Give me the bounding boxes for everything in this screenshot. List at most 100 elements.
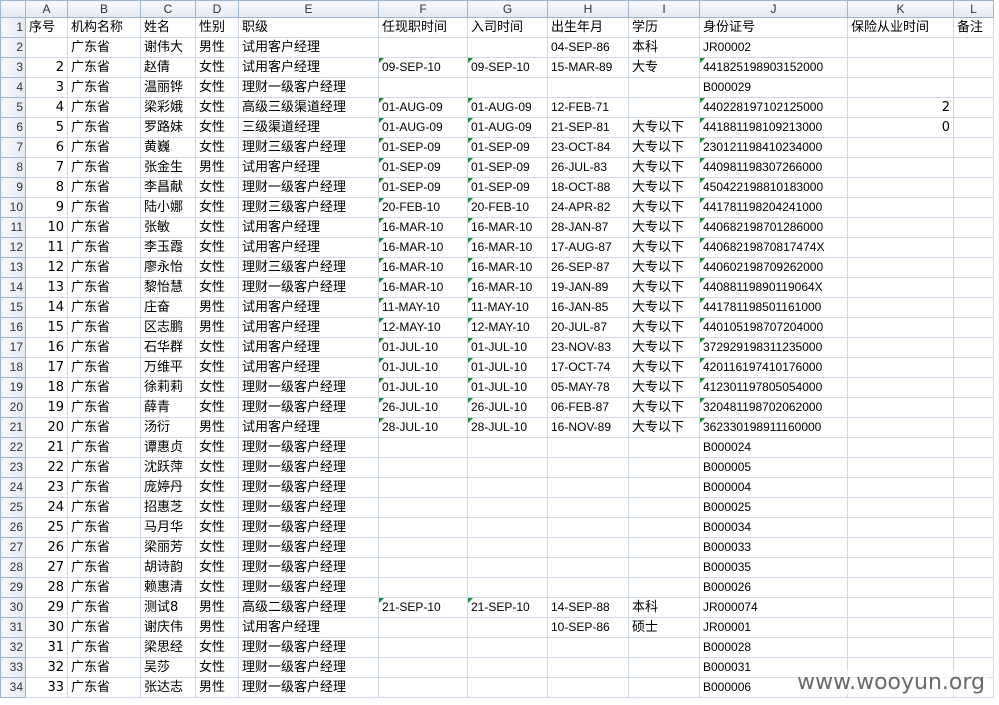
row-header[interactable]: 28: [0, 557, 26, 578]
cell[interactable]: [847, 177, 954, 198]
cell[interactable]: 01-SEP-09: [378, 137, 468, 158]
cell[interactable]: 男性: [195, 417, 239, 438]
cell[interactable]: [847, 237, 954, 258]
cell[interactable]: 试用客户经理: [238, 37, 379, 58]
cell[interactable]: 26-JUL-10: [378, 397, 468, 418]
column-title-cell[interactable]: 序号: [25, 17, 68, 38]
cell[interactable]: [628, 497, 700, 518]
cell[interactable]: 梁思经: [140, 637, 196, 658]
column-header[interactable]: C: [140, 0, 196, 18]
cell[interactable]: [628, 537, 700, 558]
column-title-cell[interactable]: 职级: [238, 17, 379, 38]
cell[interactable]: 广东省: [67, 197, 141, 218]
cell[interactable]: [953, 457, 994, 478]
column-title-cell[interactable]: 任现职时间: [378, 17, 468, 38]
cell[interactable]: [378, 37, 468, 58]
cell[interactable]: [628, 517, 700, 538]
cell[interactable]: JR00001: [699, 617, 848, 638]
cell[interactable]: [847, 617, 954, 638]
cell[interactable]: 33: [25, 677, 68, 698]
cell[interactable]: 广东省: [67, 117, 141, 138]
row-header[interactable]: 11: [0, 217, 26, 238]
cell[interactable]: 441825198903152000: [699, 57, 848, 78]
cell[interactable]: 广东省: [67, 597, 141, 618]
cell[interactable]: 17-AUG-87: [547, 237, 629, 258]
cell[interactable]: [847, 557, 954, 578]
row-header[interactable]: 12: [0, 237, 26, 258]
cell[interactable]: [628, 637, 700, 658]
cell[interactable]: [547, 637, 629, 658]
cell[interactable]: 7: [25, 157, 68, 178]
cell[interactable]: 2: [25, 57, 68, 78]
cell[interactable]: [953, 117, 994, 138]
cell[interactable]: [628, 657, 700, 678]
cell[interactable]: 理财一级客户经理: [238, 497, 379, 518]
cell[interactable]: 试用客户经理: [238, 417, 379, 438]
cell[interactable]: 大专以下: [628, 177, 700, 198]
cell[interactable]: 广东省: [67, 217, 141, 238]
cell[interactable]: 大专以下: [628, 297, 700, 318]
cell[interactable]: 理财一级客户经理: [238, 537, 379, 558]
cell[interactable]: [467, 657, 548, 678]
cell[interactable]: 25: [25, 517, 68, 538]
cell[interactable]: 赖惠清: [140, 577, 196, 598]
cell[interactable]: 男性: [195, 157, 239, 178]
cell[interactable]: [953, 557, 994, 578]
cell[interactable]: 本科: [628, 597, 700, 618]
row-header[interactable]: 18: [0, 357, 26, 378]
cell[interactable]: 24: [25, 497, 68, 518]
cell[interactable]: 23-NOV-83: [547, 337, 629, 358]
cell[interactable]: 广东省: [67, 77, 141, 98]
cell[interactable]: 马月华: [140, 517, 196, 538]
cell[interactable]: 女性: [195, 337, 239, 358]
cell[interactable]: 大专以下: [628, 237, 700, 258]
cell[interactable]: [847, 377, 954, 398]
cell[interactable]: [378, 477, 468, 498]
cell[interactable]: [847, 577, 954, 598]
cell[interactable]: 24-APR-82: [547, 197, 629, 218]
cell[interactable]: 16-NOV-89: [547, 417, 629, 438]
cell[interactable]: 万维平: [140, 357, 196, 378]
cell[interactable]: 试用客户经理: [238, 337, 379, 358]
cell[interactable]: 01-AUG-09: [467, 117, 548, 138]
cell[interactable]: 11-MAY-10: [467, 297, 548, 318]
cell[interactable]: 大专以下: [628, 357, 700, 378]
cell[interactable]: [467, 677, 548, 698]
cell[interactable]: 试用客户经理: [238, 617, 379, 638]
row-header[interactable]: 34: [0, 677, 26, 698]
cell[interactable]: 女性: [195, 637, 239, 658]
row-header[interactable]: 15: [0, 297, 26, 318]
cell[interactable]: 20: [25, 417, 68, 438]
cell[interactable]: 测试8: [140, 597, 196, 618]
cell[interactable]: [847, 517, 954, 538]
cell[interactable]: 0: [847, 117, 954, 138]
cell[interactable]: [847, 157, 954, 178]
cell[interactable]: 谢庆伟: [140, 617, 196, 638]
cell[interactable]: 11-MAY-10: [378, 297, 468, 318]
cell[interactable]: 15: [25, 317, 68, 338]
cell[interactable]: 广东省: [67, 657, 141, 678]
cell[interactable]: 4: [25, 97, 68, 118]
cell[interactable]: 21-SEP-10: [378, 597, 468, 618]
cell[interactable]: 理财一级客户经理: [238, 637, 379, 658]
column-header[interactable]: D: [195, 0, 239, 18]
cell[interactable]: [953, 437, 994, 458]
cell[interactable]: 女性: [195, 217, 239, 238]
cell[interactable]: 女性: [195, 397, 239, 418]
cell[interactable]: 女性: [195, 457, 239, 478]
cell[interactable]: 理财一级客户经理: [238, 457, 379, 478]
cell[interactable]: [547, 517, 629, 538]
cell[interactable]: [25, 37, 68, 58]
cell[interactable]: 大专以下: [628, 277, 700, 298]
cell[interactable]: [847, 57, 954, 78]
cell[interactable]: 理财三级客户经理: [238, 257, 379, 278]
cell[interactable]: JR00002: [699, 37, 848, 58]
cell[interactable]: [847, 317, 954, 338]
cell[interactable]: B000029: [699, 77, 848, 98]
cell[interactable]: 高级三级渠道经理: [238, 97, 379, 118]
cell[interactable]: 01-JUL-10: [378, 377, 468, 398]
cell[interactable]: 理财一级客户经理: [238, 657, 379, 678]
cell[interactable]: 22: [25, 457, 68, 478]
cell[interactable]: 29: [25, 597, 68, 618]
cell[interactable]: 女性: [195, 97, 239, 118]
